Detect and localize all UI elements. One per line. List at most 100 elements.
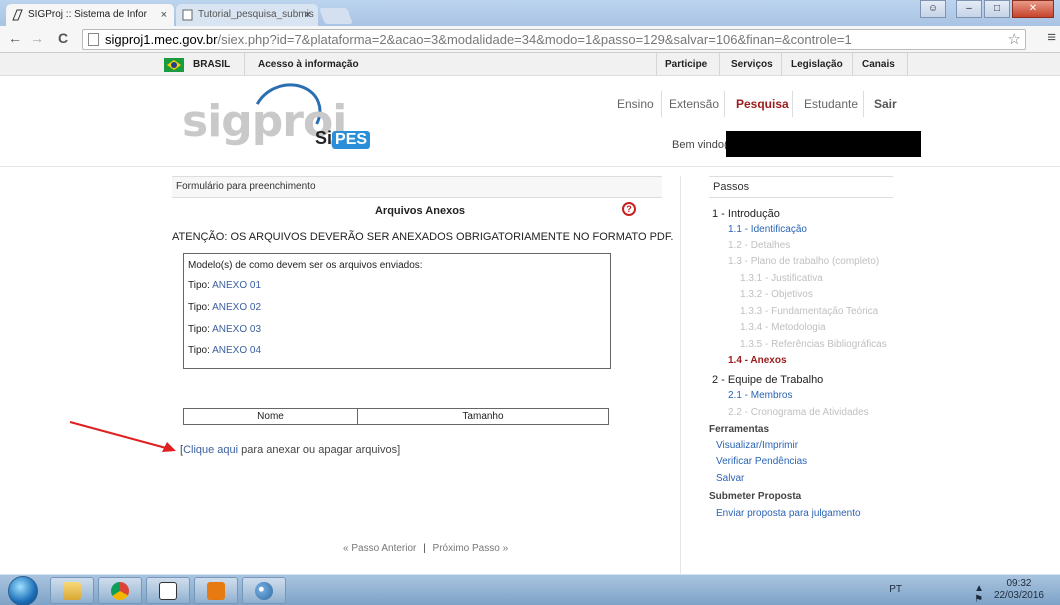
nav-estudante[interactable]: Estudante [804, 97, 858, 111]
tools-heading: Ferramentas [709, 424, 770, 435]
step-justificativa: 1.3.1 - Justificativa [740, 273, 823, 284]
step-objetivos: 1.3.2 - Objetivos [740, 289, 813, 300]
browser-toolbar: ← → C sigproj1.mec.gov.br/siex.php?id=7&… [0, 26, 1060, 53]
taskbar-chrome[interactable] [98, 577, 142, 604]
taskbar-document[interactable] [146, 577, 190, 604]
tab-close-icon[interactable]: × [161, 4, 167, 26]
paint-icon [255, 582, 273, 600]
clock-time: 09:32 [1006, 578, 1032, 589]
help-icon[interactable]: ? [622, 202, 636, 216]
step-fundamentacao-teorica: 1.3.3 - Fundamentação Teórica [740, 306, 879, 317]
taskbar-paint[interactable] [242, 577, 286, 604]
sigproj-logo[interactable]: sigproj Si PES [182, 73, 402, 160]
divider [792, 91, 793, 117]
submit-proposal-link[interactable]: Enviar proposta para julgamento [716, 508, 861, 519]
step-cronograma: 2.2 - Cronograma de Atividades [728, 407, 869, 418]
files-table: Nome Tamanho [183, 408, 609, 425]
model-link-anexo-01[interactable]: ANEXO 01 [212, 280, 261, 291]
govbar-link-canais[interactable]: Canais [862, 59, 895, 70]
model-link-anexo-04[interactable]: ANEXO 04 [212, 345, 261, 356]
clock-date: 22/03/2016 [993, 590, 1044, 601]
welcome-text: Bem vindo(a [672, 139, 734, 151]
divider [863, 91, 864, 117]
clock[interactable]: 09:32 22/03/2016 [994, 578, 1044, 602]
model-link-anexo-03[interactable]: ANEXO 03 [212, 324, 261, 335]
taskbar-pdf-reader[interactable] [194, 577, 238, 604]
windows-taskbar: PT ▲ ⚑ ▭ ◖ 09:32 22/03/2016 [0, 574, 1060, 605]
brazil-flag-icon[interactable] [164, 58, 184, 72]
sidebar-divider [680, 176, 681, 576]
bookmark-star-icon[interactable]: ☆ [1008, 30, 1021, 48]
step-identificacao[interactable]: 1.1 - Identificação [728, 224, 807, 235]
next-step-link[interactable]: Próximo Passo » [433, 543, 509, 554]
nav-extensao[interactable]: Extensão [669, 97, 719, 111]
govbar-link-servicos[interactable]: Serviços [731, 59, 773, 70]
address-bar[interactable]: sigproj1.mec.gov.br/siex.php?id=7&plataf… [82, 29, 1026, 50]
page-icon [12, 9, 23, 21]
maximize-button[interactable]: □ [984, 0, 1010, 18]
divider [719, 53, 720, 76]
window-controls: ☺ – □ ✕ [918, 0, 1054, 20]
brasil-link[interactable]: BRASIL [193, 59, 230, 70]
taskbar-explorer[interactable] [50, 577, 94, 604]
page-icon [88, 33, 99, 46]
nav-pesquisa[interactable]: Pesquisa [736, 97, 789, 111]
sipes-logo: Si PES [315, 128, 371, 149]
models-header: Modelo(s) de como devem ser os arquivos … [188, 260, 423, 271]
back-arrow-icon[interactable]: ← [8, 30, 22, 46]
tool-verificar-pendencias[interactable]: Verificar Pendências [716, 456, 807, 467]
user-icon[interactable]: ☺ [920, 0, 946, 18]
step-plano-de-trabalho: 1.3 - Plano de trabalho (completo) [728, 256, 880, 267]
step-detalhes: 1.2 - Detalhes [728, 240, 791, 251]
column-header-tamanho: Tamanho [357, 408, 609, 425]
document-icon [182, 9, 193, 21]
model-row: Tipo: ANEXO 04 [188, 345, 262, 356]
step-heading-equipe: 2 - Equipe de Trabalho [712, 374, 824, 386]
nav-sair[interactable]: Sair [874, 97, 897, 111]
divider [656, 53, 657, 76]
govbar-link-legislacao[interactable]: Legislação [791, 59, 843, 70]
attach-files-link-line: [Clique aqui para anexar ou apagar arqui… [180, 444, 401, 456]
tab-sigproj[interactable]: SIGProj :: Sistema de Infor × [6, 4, 174, 26]
government-bar: BRASIL Acesso à informação Participe Ser… [0, 53, 1060, 76]
tab-tutorial[interactable]: Tutorial_pesquisa_submis × [176, 4, 318, 26]
tool-visualizar-imprimir[interactable]: Visualizar/Imprimir [716, 440, 798, 451]
govbar-link-participe[interactable]: Participe [665, 59, 707, 70]
column-header-nome: Nome [183, 408, 358, 425]
previous-step-link[interactable]: « Passo Anterior [343, 543, 416, 554]
section-title: Arquivos Anexos [374, 205, 466, 217]
model-row: Tipo: ANEXO 02 [188, 302, 262, 313]
divider [661, 91, 662, 117]
models-box: Modelo(s) de como devem ser os arquivos … [183, 253, 611, 369]
windows-start-button[interactable] [8, 576, 38, 605]
language-indicator[interactable]: PT [889, 584, 902, 595]
step-anexos-current[interactable]: 1.4 - Anexos [728, 355, 787, 366]
nav-ensino[interactable]: Ensino [617, 97, 654, 111]
reload-icon[interactable]: C [58, 30, 68, 46]
model-row: Tipo: ANEXO 01 [188, 280, 262, 291]
divider [852, 53, 853, 76]
divider [781, 53, 782, 76]
forward-arrow-icon[interactable]: → [30, 30, 44, 46]
tool-salvar[interactable]: Salvar [716, 473, 744, 484]
tab-label: SIGProj :: Sistema de Infor [28, 9, 147, 20]
form-panel-title: Formulário para preenchimento [172, 176, 662, 198]
acesso-informacao-link[interactable]: Acesso à informação [258, 59, 359, 70]
model-link-anexo-02[interactable]: ANEXO 02 [212, 302, 261, 313]
browser-titlebar: SIGProj :: Sistema de Infor × Tutorial_p… [0, 0, 1060, 26]
step-pager: « Passo Anterior | Próximo Passo » [343, 543, 509, 554]
url-text: sigproj1.mec.gov.br/siex.php?id=7&plataf… [105, 32, 852, 47]
tab-close-icon[interactable]: × [305, 4, 311, 26]
steps-panel-title: Passos [709, 176, 893, 198]
menu-icon[interactable]: ≡ [1047, 29, 1056, 46]
tab-label: Tutorial_pesquisa_submis [198, 9, 314, 20]
divider [244, 53, 245, 76]
divider [907, 53, 908, 76]
tray-icons[interactable]: ▲ ⚑ ▭ ◖ [974, 583, 990, 605]
red-arrow-annotation [69, 421, 176, 452]
minimize-button[interactable]: – [956, 0, 982, 18]
attach-files-link[interactable]: Clique aqui [183, 444, 238, 456]
step-membros[interactable]: 2.1 - Membros [728, 390, 792, 401]
new-tab-button[interactable] [319, 8, 353, 24]
close-window-button[interactable]: ✕ [1012, 0, 1054, 18]
